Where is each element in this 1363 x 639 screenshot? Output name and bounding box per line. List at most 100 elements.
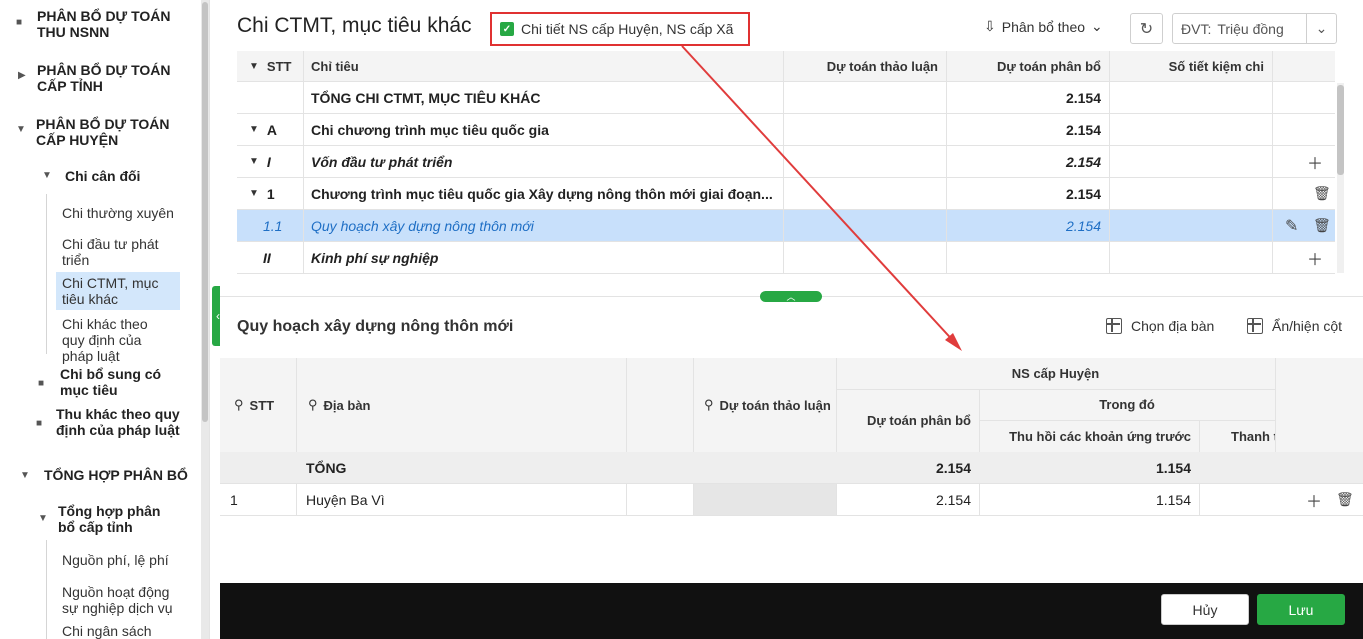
- chon-dia-ban-label: Chọn địa bàn: [1131, 318, 1215, 334]
- trash-icon[interactable]: 🗑: [1305, 178, 1335, 209]
- sidebar-section-thu-nsnn[interactable]: PHÂN BỔ DỰ TOÁN THU NSNN: [37, 8, 187, 40]
- header-trong-do: Trong đó: [1099, 397, 1155, 412]
- table-row[interactable]: II Kinh phí sự nghiệp ＋: [237, 242, 1335, 274]
- top-table-scrollbar[interactable]: [1337, 83, 1344, 273]
- chon-dia-ban-button[interactable]: Chọn địa bàn: [1106, 318, 1214, 334]
- sidebar-item-nguon-hoat-dong[interactable]: Nguồn hoạt động sự nghiệp dịch vụ: [56, 581, 180, 619]
- table-row[interactable]: ▼ A Chi chương trình mục tiêu quốc gia 2.…: [237, 114, 1335, 146]
- sidebar-item-thu-khac[interactable]: Thu khác theo quy định của pháp luật: [56, 406, 196, 438]
- row-stt[interactable]: ▼ I: [241, 146, 303, 177]
- expand-up-button[interactable]: ︿: [760, 291, 822, 302]
- header-stt: ⚲ STT: [234, 397, 275, 413]
- add-icon[interactable]: ＋: [1299, 242, 1329, 273]
- caret-down-icon[interactable]: ▼: [20, 470, 30, 481]
- sidebar-item-chi-thuong-xuyen[interactable]: Chi thường xuyên: [56, 202, 180, 224]
- chevron-down-icon[interactable]: ⌄: [1306, 14, 1336, 43]
- add-icon[interactable]: ＋: [1299, 146, 1329, 177]
- refresh-icon: ↻: [1139, 20, 1154, 38]
- table-row[interactable]: ▼ 1 Chương trình mục tiêu quốc gia Xây dự…: [237, 178, 1335, 210]
- header-so-tiet-kiem-chi: Số tiết kiệm chi: [1168, 58, 1264, 74]
- caret-down-icon[interactable]: ▼: [16, 124, 26, 135]
- sidebar-item-chi-bo-sung[interactable]: Chi bổ sung có mục tiêu: [60, 366, 190, 398]
- scrollbar-thumb[interactable]: [1337, 85, 1344, 175]
- phan-bo-theo-label: Phân bổ theo: [1001, 18, 1086, 35]
- pin-icon[interactable]: ⚲: [234, 397, 244, 413]
- row-phan-bo: 2.154: [1065, 153, 1101, 170]
- total-label: TỔNG: [306, 459, 347, 476]
- caret-down-icon[interactable]: ▼: [42, 170, 52, 181]
- header-du-toan-phan-bo: Dự toán phân bổ: [866, 412, 971, 428]
- header-chi-tieu: Chỉ tiêu: [311, 58, 359, 74]
- sidebar-section-tong-hop[interactable]: TỔNG HỢP PHÂN BỔ: [44, 467, 188, 483]
- bullet-icon: ■: [36, 418, 43, 429]
- caret-down-icon[interactable]: ▼: [249, 124, 259, 135]
- row-chi-tieu: Chương trình mục tiêu quốc gia Xây dựng …: [311, 185, 773, 202]
- header-du-toan-thao-luan: ⚲ Dự toán thảo luận: [704, 397, 831, 413]
- header-thanh-toan: Thanh t: [1231, 428, 1275, 444]
- main-panel: Chi CTMT, mục tiêu khác ✓ Chi tiết NS cấ…: [220, 0, 1363, 639]
- caret-down-icon: ▼: [249, 60, 259, 72]
- sidebar-item-chi-ngan-sach[interactable]: Chi ngân sách: [56, 620, 180, 639]
- sidebar-item-chi-can-doi[interactable]: Chi cân đối: [65, 168, 140, 184]
- row-dia-ban[interactable]: Huyện Ba Vì: [298, 484, 598, 515]
- header-dia-ban: ⚲ Địa bàn: [308, 397, 371, 413]
- total-phan-bo: 2.154: [935, 459, 971, 476]
- sidebar-section-cap-tinh[interactable]: PHÂN BỔ DỰ TOÁN CẤP TỈNH: [37, 62, 187, 94]
- phan-bo-theo-button[interactable]: ⇩ Phân bổ theo ⌄: [984, 18, 1103, 35]
- sidebar: ■ PHÂN BỔ DỰ TOÁN THU NSNN ▶ PHÂN BỔ DỰ …: [0, 0, 210, 639]
- refresh-button[interactable]: ↻: [1130, 13, 1163, 44]
- row-stt: 1.1: [263, 217, 283, 234]
- trash-icon[interactable]: 🗑: [1328, 484, 1358, 515]
- check-icon[interactable]: ✓: [500, 22, 514, 36]
- caret-down-icon[interactable]: ▼: [249, 188, 259, 199]
- sidebar-item-chi-khac[interactable]: Chi khác theo quy định của pháp luật: [56, 313, 180, 367]
- header-thu-hoi: Thu hồi các khoản ứng trước: [1009, 428, 1191, 444]
- detail-checkbox-toggle[interactable]: ✓ Chi tiết NS cấp Huyện, NS cấp Xã: [490, 12, 750, 46]
- table-row[interactable]: ▼ I Vốn đầu tư phát triển 2.154 ＋: [237, 146, 1335, 178]
- dvt-select[interactable]: ĐVT: Triệu đồng ⌄: [1172, 13, 1337, 44]
- cancel-button[interactable]: Hủy: [1161, 594, 1249, 625]
- sidebar-item-nguon-phi[interactable]: Nguồn phí, lệ phí: [56, 549, 180, 571]
- pin-icon[interactable]: ⚲: [704, 397, 714, 413]
- chevron-up-icon: ︿: [786, 292, 796, 302]
- column-settings-icon: [1247, 318, 1263, 334]
- detail-checkbox-label: Chi tiết NS cấp Huyện, NS cấp Xã: [521, 21, 734, 37]
- table-header-row: ▼ STT Chỉ tiêu Dự toán thảo luận Dự toán …: [237, 51, 1335, 82]
- edit-icon[interactable]: ✎: [1277, 210, 1307, 241]
- row-stt[interactable]: ▼ A: [241, 114, 303, 145]
- row-chi-tieu: Quy hoạch xây dựng nông thôn mới: [311, 217, 534, 234]
- caret-down-icon[interactable]: ▼: [249, 156, 259, 167]
- readonly-cell: [694, 484, 836, 515]
- add-icon[interactable]: ＋: [1298, 484, 1328, 515]
- row-chi-tieu: Kinh phí sự nghiệp: [311, 249, 439, 266]
- row-stt: II: [263, 249, 271, 266]
- caret-down-icon[interactable]: ▼: [38, 513, 48, 524]
- sidebar-scrollbar[interactable]: [201, 0, 209, 639]
- footer-bar: Hủy Lưu: [220, 583, 1363, 639]
- caret-right-icon[interactable]: ▶: [18, 70, 26, 81]
- sort-icon: ⇩: [984, 18, 996, 34]
- row-phan-bo[interactable]: 2.154: [836, 484, 979, 515]
- scrollbar-thumb[interactable]: [202, 2, 208, 422]
- an-hien-cot-button[interactable]: Ẩn/hiện cột: [1247, 318, 1342, 334]
- header-du-toan-phan-bo: Dự toán phân bổ: [996, 58, 1101, 74]
- table-row[interactable]: 1 Huyện Ba Vì 2.154 1.154 ＋ 🗑: [220, 484, 1363, 516]
- header-ns-cap-huyen: NS cấp Huyện: [1011, 366, 1100, 381]
- detail-title: Quy hoạch xây dựng nông thôn mới: [237, 318, 514, 335]
- sidebar-item-chi-dau-tu[interactable]: Chi đầu tư phát triển: [56, 233, 180, 271]
- tree-line: [46, 194, 47, 354]
- table-row-selected[interactable]: 1.1 Quy hoạch xây dựng nông thôn mới 2.1…: [237, 210, 1335, 242]
- header-stt[interactable]: ▼ STT: [241, 51, 303, 81]
- bullet-icon: ■: [16, 17, 23, 28]
- trash-icon[interactable]: 🗑: [1305, 210, 1335, 241]
- row-thu-hoi[interactable]: 1.154: [979, 484, 1199, 515]
- sidebar-section-cap-huyen[interactable]: PHÂN BỔ DỰ TOÁN CẤP HUYỆN: [36, 116, 186, 148]
- row-stt[interactable]: ▼ 1: [241, 178, 303, 209]
- table-row[interactable]: TỔNG CHI CTMT, MỤC TIÊU KHÁC 2.154: [237, 82, 1335, 114]
- sidebar-item-chi-ctmt[interactable]: Chi CTMT, mục tiêu khác: [56, 272, 180, 310]
- sidebar-item-tong-hop-tinh[interactable]: Tổng hợp phân bổ cấp tỉnh: [58, 503, 178, 535]
- row-chi-tieu: TỔNG CHI CTMT, MỤC TIÊU KHÁC: [311, 89, 541, 106]
- save-button[interactable]: Lưu: [1257, 594, 1345, 625]
- an-hien-cot-label: Ẩn/hiện cột: [1272, 318, 1343, 334]
- pin-icon[interactable]: ⚲: [308, 397, 318, 413]
